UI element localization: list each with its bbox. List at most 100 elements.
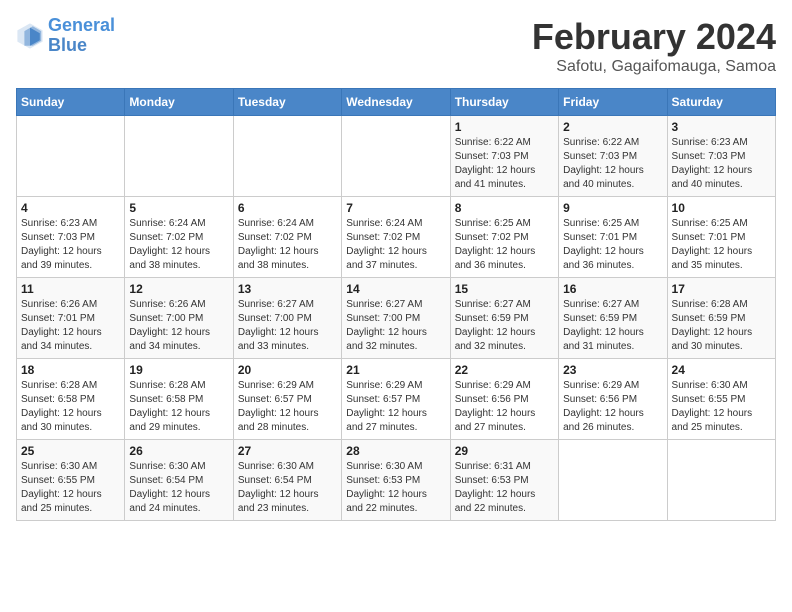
header-cell-saturday: Saturday: [667, 89, 775, 116]
day-cell: 5Sunrise: 6:24 AM Sunset: 7:02 PM Daylig…: [125, 197, 233, 278]
day-cell: [17, 116, 125, 197]
day-cell: 13 Sunrise: 6:27 AM Sunset: 7:00 PM Dayli…: [233, 278, 341, 359]
day-number: 8: [455, 201, 554, 215]
day-cell: 8 Sunrise: 6:25 AM Sunset: 7:02 PM Daylig…: [450, 197, 558, 278]
day-info: Sunrise: 6:24 AM Sunset: 7:02 PM Dayligh…: [346, 217, 445, 273]
header-cell-wednesday: Wednesday: [342, 89, 450, 116]
day-number: 11: [21, 282, 120, 296]
day-cell: 18Sunrise: 6:28 AM Sunset: 6:58 PM Dayli…: [17, 359, 125, 440]
main-title: February 2024: [532, 16, 776, 58]
day-number: 10: [672, 201, 771, 215]
day-cell: 17 Sunrise: 6:28 AM Sunset: 6:59 PM Dayli…: [667, 278, 775, 359]
day-number: 19: [129, 363, 228, 377]
day-cell: [233, 116, 341, 197]
day-number: 15: [455, 282, 554, 296]
day-cell: 29 Sunrise: 6:31 AM Sunset: 6:53 PM Dayli…: [450, 440, 558, 521]
day-cell: [125, 116, 233, 197]
title-block: February 2024 Safotu, Gagaifomauga, Samo…: [532, 16, 776, 76]
day-info: Sunrise: 6:25 AM Sunset: 7:02 PM Dayligh…: [455, 217, 554, 273]
day-cell: 25Sunrise: 6:30 AM Sunset: 6:55 PM Dayli…: [17, 440, 125, 521]
day-info: Sunrise: 6:25 AM Sunset: 7:01 PM Dayligh…: [672, 217, 771, 273]
header-cell-friday: Friday: [559, 89, 667, 116]
day-cell: [559, 440, 667, 521]
day-number: 24: [672, 363, 771, 377]
day-cell: 6 Sunrise: 6:24 AM Sunset: 7:02 PM Daylig…: [233, 197, 341, 278]
header-row: SundayMondayTuesdayWednesdayThursdayFrid…: [17, 89, 776, 116]
day-number: 7: [346, 201, 445, 215]
day-info: Sunrise: 6:27 AM Sunset: 7:00 PM Dayligh…: [346, 298, 445, 354]
day-cell: 22 Sunrise: 6:29 AM Sunset: 6:56 PM Dayli…: [450, 359, 558, 440]
day-cell: 16Sunrise: 6:27 AM Sunset: 6:59 PM Dayli…: [559, 278, 667, 359]
day-info: Sunrise: 6:22 AM Sunset: 7:03 PM Dayligh…: [563, 136, 662, 192]
day-cell: 20Sunrise: 6:29 AM Sunset: 6:57 PM Dayli…: [233, 359, 341, 440]
day-info: Sunrise: 6:28 AM Sunset: 6:59 PM Dayligh…: [672, 298, 771, 354]
day-number: 17: [672, 282, 771, 296]
day-info: Sunrise: 6:30 AM Sunset: 6:53 PM Dayligh…: [346, 460, 445, 516]
day-number: 22: [455, 363, 554, 377]
day-number: 6: [238, 201, 337, 215]
day-number: 29: [455, 444, 554, 458]
header-cell-sunday: Sunday: [17, 89, 125, 116]
day-info: Sunrise: 6:30 AM Sunset: 6:55 PM Dayligh…: [21, 460, 120, 516]
day-number: 4: [21, 201, 120, 215]
day-cell: 26 Sunrise: 6:30 AM Sunset: 6:54 PM Dayli…: [125, 440, 233, 521]
day-cell: 1 Sunrise: 6:22 AM Sunset: 7:03 PM Daylig…: [450, 116, 558, 197]
day-cell: 7 Sunrise: 6:24 AM Sunset: 7:02 PM Daylig…: [342, 197, 450, 278]
day-cell: 28Sunrise: 6:30 AM Sunset: 6:53 PM Dayli…: [342, 440, 450, 521]
day-info: Sunrise: 6:23 AM Sunset: 7:03 PM Dayligh…: [672, 136, 771, 192]
logo-text: General Blue: [48, 16, 115, 56]
day-cell: 2 Sunrise: 6:22 AM Sunset: 7:03 PM Daylig…: [559, 116, 667, 197]
day-info: Sunrise: 6:29 AM Sunset: 6:57 PM Dayligh…: [346, 379, 445, 435]
day-number: 2: [563, 120, 662, 134]
day-number: 1: [455, 120, 554, 134]
week-row-3: 11 Sunrise: 6:26 AM Sunset: 7:01 PM Dayli…: [17, 278, 776, 359]
day-number: 27: [238, 444, 337, 458]
day-info: Sunrise: 6:30 AM Sunset: 6:55 PM Dayligh…: [672, 379, 771, 435]
day-cell: 10 Sunrise: 6:25 AM Sunset: 7:01 PM Dayli…: [667, 197, 775, 278]
day-cell: 14 Sunrise: 6:27 AM Sunset: 7:00 PM Dayli…: [342, 278, 450, 359]
day-info: Sunrise: 6:24 AM Sunset: 7:02 PM Dayligh…: [129, 217, 228, 273]
header-cell-thursday: Thursday: [450, 89, 558, 116]
day-cell: 19Sunrise: 6:28 AM Sunset: 6:58 PM Dayli…: [125, 359, 233, 440]
day-info: Sunrise: 6:28 AM Sunset: 6:58 PM Dayligh…: [21, 379, 120, 435]
day-number: 13: [238, 282, 337, 296]
logo-icon: [16, 22, 44, 50]
day-info: Sunrise: 6:27 AM Sunset: 6:59 PM Dayligh…: [455, 298, 554, 354]
day-number: 26: [129, 444, 228, 458]
day-cell: 4Sunrise: 6:23 AM Sunset: 7:03 PM Daylig…: [17, 197, 125, 278]
day-number: 23: [563, 363, 662, 377]
week-row-1: 1 Sunrise: 6:22 AM Sunset: 7:03 PM Daylig…: [17, 116, 776, 197]
calendar-header: SundayMondayTuesdayWednesdayThursdayFrid…: [17, 89, 776, 116]
day-number: 14: [346, 282, 445, 296]
day-info: Sunrise: 6:26 AM Sunset: 7:01 PM Dayligh…: [21, 298, 120, 354]
day-info: Sunrise: 6:29 AM Sunset: 6:57 PM Dayligh…: [238, 379, 337, 435]
week-row-5: 25Sunrise: 6:30 AM Sunset: 6:55 PM Dayli…: [17, 440, 776, 521]
day-cell: 9 Sunrise: 6:25 AM Sunset: 7:01 PM Daylig…: [559, 197, 667, 278]
day-info: Sunrise: 6:22 AM Sunset: 7:03 PM Dayligh…: [455, 136, 554, 192]
day-info: Sunrise: 6:29 AM Sunset: 6:56 PM Dayligh…: [455, 379, 554, 435]
day-info: Sunrise: 6:30 AM Sunset: 6:54 PM Dayligh…: [129, 460, 228, 516]
calendar-body: 1 Sunrise: 6:22 AM Sunset: 7:03 PM Daylig…: [17, 116, 776, 521]
day-info: Sunrise: 6:31 AM Sunset: 6:53 PM Dayligh…: [455, 460, 554, 516]
week-row-4: 18Sunrise: 6:28 AM Sunset: 6:58 PM Dayli…: [17, 359, 776, 440]
day-cell: 24 Sunrise: 6:30 AM Sunset: 6:55 PM Dayli…: [667, 359, 775, 440]
day-info: Sunrise: 6:24 AM Sunset: 7:02 PM Dayligh…: [238, 217, 337, 273]
day-info: Sunrise: 6:26 AM Sunset: 7:00 PM Dayligh…: [129, 298, 228, 354]
day-number: 9: [563, 201, 662, 215]
day-info: Sunrise: 6:30 AM Sunset: 6:54 PM Dayligh…: [238, 460, 337, 516]
calendar-table: SundayMondayTuesdayWednesdayThursdayFrid…: [16, 88, 776, 521]
day-number: 21: [346, 363, 445, 377]
day-number: 16: [563, 282, 662, 296]
header-cell-tuesday: Tuesday: [233, 89, 341, 116]
day-cell: [342, 116, 450, 197]
day-cell: [667, 440, 775, 521]
day-info: Sunrise: 6:27 AM Sunset: 7:00 PM Dayligh…: [238, 298, 337, 354]
day-cell: 27 Sunrise: 6:30 AM Sunset: 6:54 PM Dayli…: [233, 440, 341, 521]
page-header: General Blue February 2024 Safotu, Gagai…: [16, 16, 776, 76]
week-row-2: 4Sunrise: 6:23 AM Sunset: 7:03 PM Daylig…: [17, 197, 776, 278]
day-cell: 11 Sunrise: 6:26 AM Sunset: 7:01 PM Dayli…: [17, 278, 125, 359]
day-info: Sunrise: 6:25 AM Sunset: 7:01 PM Dayligh…: [563, 217, 662, 273]
day-number: 3: [672, 120, 771, 134]
logo: General Blue: [16, 16, 115, 56]
subtitle: Safotu, Gagaifomauga, Samoa: [532, 58, 776, 76]
